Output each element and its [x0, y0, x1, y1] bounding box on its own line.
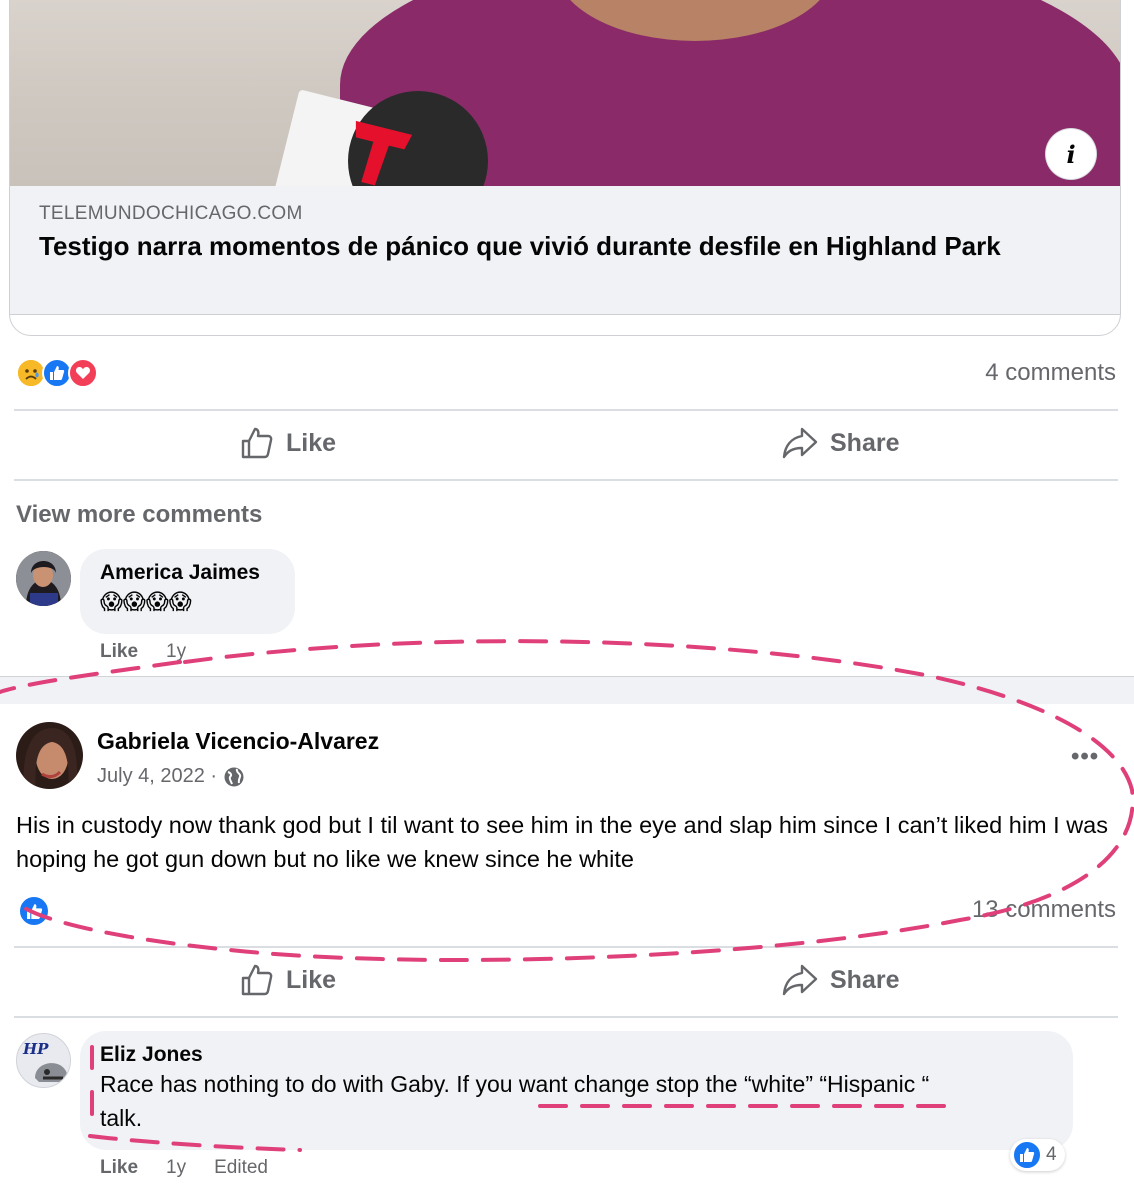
feed-separator	[0, 676, 1134, 704]
comment-count[interactable]: 13 comments	[972, 896, 1116, 924]
thumbs-up-icon	[241, 427, 273, 459]
divider	[0, 676, 1134, 677]
post-body: His in custody now thank god but I til w…	[16, 812, 1108, 872]
avatar[interactable]: HP	[16, 1033, 71, 1088]
link-preview-card[interactable]: i TELEMUNDOCHICAGO.COM Testigo narra mom…	[9, 0, 1121, 336]
link-domain: TELEMUNDOCHICAGO.COM	[39, 203, 303, 224]
share-button-label: Share	[830, 428, 900, 457]
post-author[interactable]: Gabriela Vicencio-Alvarez	[97, 728, 379, 755]
share-arrow-icon	[782, 427, 818, 459]
link-preview-image[interactable]: i	[10, 0, 1120, 186]
reply-text: Race has nothing to do with Gaby. If you…	[100, 1071, 930, 1131]
reply-reaction-badge[interactable]: 4	[1010, 1139, 1065, 1171]
comment-author[interactable]: America Jaimes	[100, 561, 275, 585]
like-button-label: Like	[286, 428, 337, 457]
comment-like-link[interactable]: Like	[100, 641, 138, 663]
link-preview-meta[interactable]: TELEMUNDOCHICAGO.COM Testigo narra momen…	[10, 186, 1120, 315]
share-button[interactable]: Share	[782, 963, 899, 997]
avatar[interactable]	[16, 551, 71, 606]
globe-icon	[224, 767, 244, 786]
info-button[interactable]: i	[1046, 129, 1096, 179]
divider	[14, 479, 1118, 481]
reply-reaction-count: 4	[1046, 1144, 1057, 1165]
post-date[interactable]: July 4, 2022 ·	[97, 765, 217, 788]
like-button-label: Like	[286, 965, 337, 994]
reply-author[interactable]: Eliz Jones	[100, 1043, 1053, 1067]
reactions-summary[interactable]	[16, 358, 98, 388]
reply-meta: Like 1y Edited	[100, 1157, 268, 1179]
share-button[interactable]: Share	[782, 426, 899, 460]
share-arrow-icon	[782, 964, 818, 996]
like-icon	[1012, 1140, 1042, 1170]
like-button[interactable]: Like	[240, 963, 336, 997]
post-timestamp[interactable]: July 4, 2022 ·	[97, 765, 245, 788]
comment-time[interactable]: 1y	[166, 641, 186, 663]
divider	[14, 946, 1118, 948]
comment-meta: Like 1y	[100, 641, 186, 663]
divider	[14, 1016, 1118, 1018]
view-more-comments-link[interactable]: View more comments	[16, 501, 262, 529]
reply-edited-label: Edited	[214, 1157, 268, 1178]
comment-bubble[interactable]: America Jaimes 😱😱😱😱	[80, 549, 295, 634]
share-button-label: Share	[830, 965, 900, 994]
more-options-button[interactable]: •••	[1071, 743, 1099, 771]
comment-count[interactable]: 4 comments	[985, 359, 1116, 387]
avatar[interactable]	[16, 722, 83, 789]
reply-like-link[interactable]: Like	[100, 1157, 138, 1179]
reply-bubble[interactable]: Eliz Jones Race has nothing to do with G…	[80, 1031, 1073, 1150]
like-button[interactable]: Like	[240, 426, 336, 460]
thumbs-up-icon	[241, 964, 273, 996]
reply-time[interactable]: 1y	[166, 1157, 186, 1179]
link-title[interactable]: Testigo narra momentos de pánico que viv…	[39, 230, 1079, 262]
like-icon[interactable]	[18, 895, 50, 927]
divider	[14, 409, 1118, 411]
comment-text: 😱😱😱😱	[100, 589, 192, 614]
love-icon	[68, 358, 98, 388]
